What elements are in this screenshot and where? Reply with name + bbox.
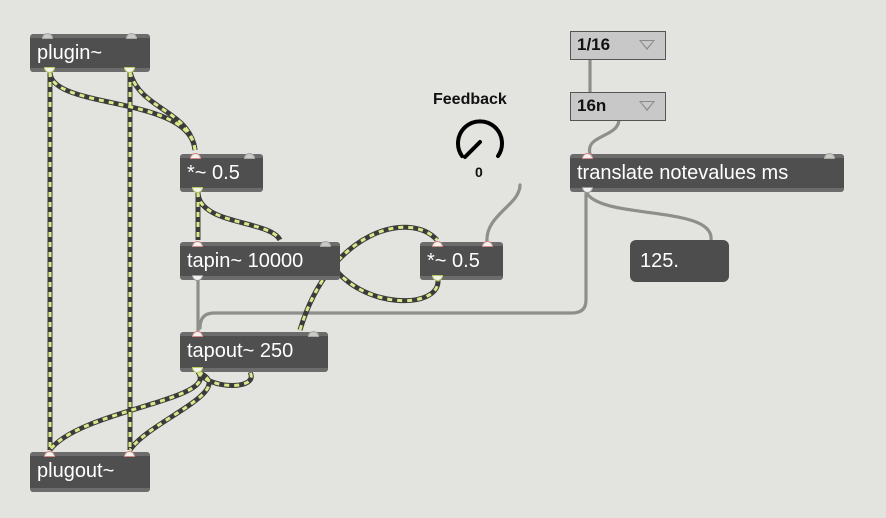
plugout-inlet-left[interactable] bbox=[44, 451, 55, 457]
plugout-inlet-right[interactable] bbox=[124, 451, 135, 457]
tapin-inlet-left[interactable] bbox=[192, 241, 203, 247]
multiply-feedback-inlet-left[interactable] bbox=[432, 241, 443, 247]
translate-outlet[interactable] bbox=[582, 187, 593, 193]
tapin-outlet[interactable] bbox=[192, 275, 203, 281]
dial-ring bbox=[456, 119, 504, 158]
feedback-label: Feedback bbox=[433, 91, 507, 108]
notevalue-dropdown-value: 1/16 bbox=[577, 35, 611, 54]
tapout-object[interactable]: tapout~ 250 bbox=[180, 331, 328, 373]
tapin-label: tapin~ 10000 bbox=[187, 250, 304, 272]
tapout-label: tapout~ 250 bbox=[187, 340, 294, 362]
multiply-object-top[interactable]: *~ 0.5 bbox=[180, 153, 263, 193]
tapin-inlet-right[interactable] bbox=[320, 241, 331, 247]
multiply-feedback-outlet[interactable] bbox=[432, 275, 443, 281]
milliseconds-number-box[interactable]: 125. bbox=[630, 240, 729, 282]
multiply-object-feedback[interactable]: *~ 0.5 bbox=[420, 241, 503, 281]
multiply-feedback-inlet-right[interactable] bbox=[482, 241, 493, 247]
translate-inlet-right[interactable] bbox=[824, 153, 835, 159]
tapout-inlet-left[interactable] bbox=[192, 331, 203, 337]
feedback-dial-value: 0 bbox=[475, 164, 483, 180]
feedback-dial[interactable] bbox=[450, 112, 510, 172]
multiply-top-label: *~ 0.5 bbox=[187, 162, 240, 184]
plugin-outlet-left[interactable] bbox=[44, 67, 55, 73]
dropdown-arrow-icon bbox=[639, 101, 655, 111]
tapout-inlet-right[interactable] bbox=[308, 331, 319, 337]
plugin-inlet-left[interactable] bbox=[42, 33, 53, 39]
multiply-feedback-label: *~ 0.5 bbox=[427, 250, 480, 272]
cable-dial-to-mul bbox=[485, 183, 522, 244]
cable-umenu-to-translate bbox=[588, 117, 621, 156]
translate-object[interactable]: translate notevalues ms bbox=[570, 153, 844, 193]
translate-inlet-left[interactable] bbox=[582, 153, 593, 159]
tick-dropdown-value: 16n bbox=[577, 96, 607, 115]
tapout-outlet[interactable] bbox=[192, 367, 203, 373]
cable-translate-to-number bbox=[584, 190, 713, 242]
multiply-top-outlet[interactable] bbox=[192, 187, 203, 193]
translate-label: translate notevalues ms bbox=[577, 162, 789, 184]
plugin-object[interactable]: plugin~ bbox=[30, 33, 150, 73]
tick-dropdown[interactable]: 16n bbox=[570, 92, 666, 121]
tapin-object[interactable]: tapin~ 10000 bbox=[180, 241, 340, 281]
notevalue-dropdown[interactable]: 1/16 bbox=[570, 31, 666, 60]
multiply-top-inlet-left[interactable] bbox=[190, 153, 201, 159]
plugout-label: plugout~ bbox=[37, 460, 115, 482]
plugin-outlet-right[interactable] bbox=[124, 67, 135, 73]
plugin-inlet-right[interactable] bbox=[126, 33, 137, 39]
plugin-label: plugin~ bbox=[37, 42, 103, 64]
dropdown-arrow-icon bbox=[639, 40, 655, 50]
plugout-object[interactable]: plugout~ bbox=[30, 451, 150, 492]
milliseconds-value: 125. bbox=[640, 250, 679, 272]
multiply-top-inlet-right[interactable] bbox=[244, 153, 255, 159]
dial-pointer bbox=[463, 140, 482, 159]
